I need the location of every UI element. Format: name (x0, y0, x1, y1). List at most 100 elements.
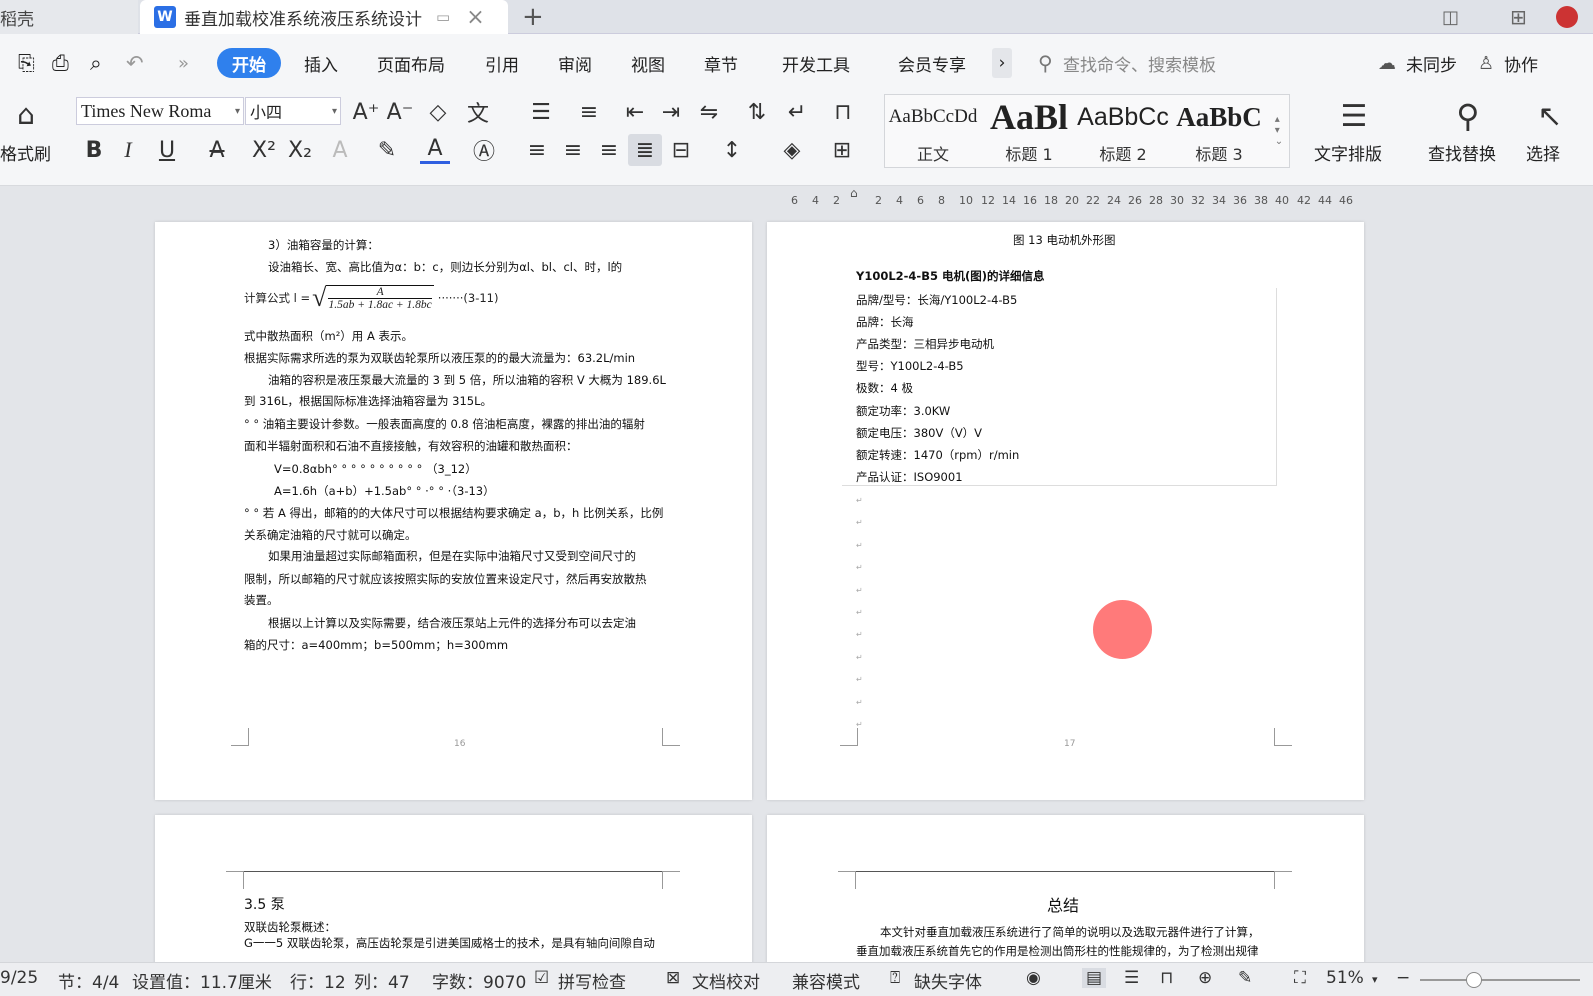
print-icon[interactable]: ⎙ (52, 48, 69, 78)
menu-developer[interactable]: 开发工具 (782, 48, 850, 78)
save-icon[interactable]: ⎘ (18, 48, 35, 78)
style-heading3[interactable]: AaBbC 标题 3 (1172, 97, 1266, 165)
zoom-dropdown-icon[interactable]: ▾ (1372, 973, 1378, 986)
format-painter-icon[interactable]: ⌂ (8, 96, 44, 132)
numbered-list-icon[interactable]: ≡ (572, 98, 606, 126)
new-tab-button[interactable]: + (522, 0, 544, 34)
decrease-indent-icon[interactable]: ⇤ (620, 98, 650, 126)
subscript-icon[interactable]: X₂ (284, 136, 316, 164)
sync-status[interactable]: 未同步 (1406, 48, 1457, 78)
more-quick-icon[interactable]: » (178, 48, 189, 78)
collab-button[interactable]: 协作 (1504, 48, 1538, 78)
wps-writer-icon: W (154, 6, 176, 28)
align-left-icon[interactable]: ≡ (522, 136, 552, 164)
apps-grid-icon[interactable]: ⊞ (1510, 0, 1527, 34)
margin-corner (838, 871, 856, 889)
zoom-out-icon[interactable]: − (1396, 968, 1410, 988)
menu-view[interactable]: 视图 (631, 48, 665, 78)
web-view-icon[interactable]: ⊕ (1198, 968, 1212, 988)
find-replace-icon[interactable]: ⚲ (1448, 96, 1488, 136)
text-layout-button[interactable]: 文字排版 (1314, 140, 1382, 165)
menu-review[interactable]: 审阅 (558, 48, 592, 78)
ruler-tick-label: 2 (833, 194, 840, 207)
font-color-icon[interactable]: A (420, 136, 450, 164)
zoom-slider-thumb[interactable] (1466, 972, 1482, 988)
eye-protect-icon[interactable]: ◉ (1026, 968, 1041, 988)
page-16-line: 根据实际需求所选的泵为双联齿轮泵所以液压泵的的最大流量为：63.2L/min (244, 351, 636, 365)
indent-marker-icon[interactable]: ⌂ (850, 186, 858, 200)
menu-insert[interactable]: 插入 (304, 48, 338, 78)
justify-icon[interactable]: ≣ (628, 134, 662, 166)
tab-document[interactable]: W 垂直加载校准系统液压系统设计 ▭ × (140, 0, 508, 34)
highlight-icon[interactable]: ✎ (370, 136, 404, 164)
menu-reference[interactable]: 引用 (485, 48, 519, 78)
bullet-list-icon[interactable]: ☰ (524, 98, 558, 126)
superscript-icon[interactable]: X² (248, 136, 280, 164)
bold-icon[interactable]: B (80, 136, 108, 164)
reading-view-icon[interactable]: ⊓ (1160, 968, 1173, 988)
zoom-slider[interactable] (1420, 979, 1580, 981)
write-mode-icon[interactable]: ✎ (1238, 968, 1252, 988)
window-restore-icon[interactable]: ▭ (436, 8, 450, 26)
font-name-select[interactable]: Times New Roma ▾ (76, 97, 244, 125)
dual-view-icon[interactable]: ◫ (1442, 0, 1459, 34)
spellcheck-button[interactable]: 拼写检查 (558, 968, 626, 993)
line-spacing-icon[interactable]: ↕ (714, 136, 750, 164)
style-normal[interactable]: AaBbCcDd 正文 (886, 97, 980, 165)
shading-icon[interactable]: ◈ (774, 136, 810, 164)
command-search-input[interactable]: 查找命令、搜索模板 (1063, 48, 1216, 78)
page-16-line: 3）油箱容量的计算： (268, 238, 379, 252)
missing-font-button[interactable]: 缺失字体 (914, 968, 982, 993)
sort-icon[interactable]: ⇅ (742, 98, 772, 126)
menu-page-layout[interactable]: 页面布局 (377, 48, 445, 78)
undo-icon[interactable]: ↶ (126, 48, 144, 78)
avatar[interactable] (1556, 6, 1578, 28)
style-heading1[interactable]: AaBl 标题 1 (982, 97, 1076, 165)
menu-member[interactable]: 会员专享 (898, 48, 966, 78)
find-replace-button[interactable]: 查找替换 (1428, 140, 1496, 165)
italic-icon[interactable]: I (114, 136, 142, 164)
search-icon[interactable]: ⚲ (1038, 48, 1053, 78)
doccheck-button[interactable]: 文档校对 (692, 968, 760, 993)
page-view-icon[interactable]: ▤ (1082, 968, 1107, 988)
zoom-level[interactable]: 51% (1326, 968, 1364, 988)
select-pointer-icon[interactable]: ↖ (1532, 96, 1568, 136)
outline-view-icon[interactable]: ☰ (1124, 968, 1139, 988)
print-preview-icon[interactable]: ⌕ (90, 48, 102, 78)
align-right-icon[interactable]: ≡ (594, 136, 624, 164)
underline-icon[interactable]: U (150, 136, 184, 164)
strikethrough-icon[interactable]: A (200, 136, 234, 164)
align-center-icon[interactable]: ≡ (558, 136, 588, 164)
select-button[interactable]: 选择 (1526, 140, 1560, 165)
tab-stops-icon[interactable]: ⊓ (828, 98, 858, 126)
borders-icon[interactable]: ⊞ (824, 136, 860, 164)
text-layout-icon[interactable]: ☰ (1334, 96, 1374, 136)
shrink-font-icon[interactable]: A⁻ (386, 98, 414, 126)
clear-format-icon[interactable]: ◇ (424, 98, 452, 126)
show-marks-icon[interactable]: ↵ (780, 98, 814, 126)
format-painter-button[interactable]: 格式刷 (0, 140, 51, 165)
style-heading3-label: 标题 3 (1195, 145, 1243, 164)
menu-more-button[interactable]: › (992, 48, 1012, 78)
distribute-icon[interactable]: ⊟ (666, 136, 696, 164)
menu-start[interactable]: 开始 (217, 48, 281, 78)
ruler-tick-label: 8 (938, 194, 945, 207)
increase-indent-icon[interactable]: ⇥ (656, 98, 686, 126)
horizontal-ruler[interactable]: 6 4 2 2 4 6 8 10 12 14 16 18 20 22 24 26 28 30 32 34 36 38 40 4… (0, 186, 1593, 216)
text-effect-icon[interactable]: A (324, 136, 356, 164)
style-normal-label: 正文 (916, 145, 949, 164)
font-size-select[interactable]: 小四 ▾ (245, 97, 341, 125)
style-heading2[interactable]: AaBbCc 标题 2 (1076, 97, 1170, 165)
menu-chapter[interactable]: 章节 (704, 48, 738, 78)
tab-docer[interactable]: 稻壳 (0, 0, 138, 34)
char-border-icon[interactable]: Ⓐ (470, 136, 498, 165)
phonetic-icon[interactable]: 文 (460, 98, 496, 127)
style-heading2-sample: AaBbCc (1077, 102, 1169, 131)
fit-page-icon[interactable]: ⛶ (1294, 968, 1306, 988)
status-wordcount[interactable]: 字数：9070 (432, 968, 526, 993)
grow-font-icon[interactable]: A⁺ (352, 98, 380, 126)
close-tab-icon[interactable]: × (466, 5, 484, 30)
status-page[interactable]: 9/25 (0, 968, 38, 988)
chinese-layout-icon[interactable]: ⇋ (692, 98, 726, 126)
style-gallery-scroll-icon[interactable]: ▴ ▾ ⌄ (1272, 98, 1286, 162)
